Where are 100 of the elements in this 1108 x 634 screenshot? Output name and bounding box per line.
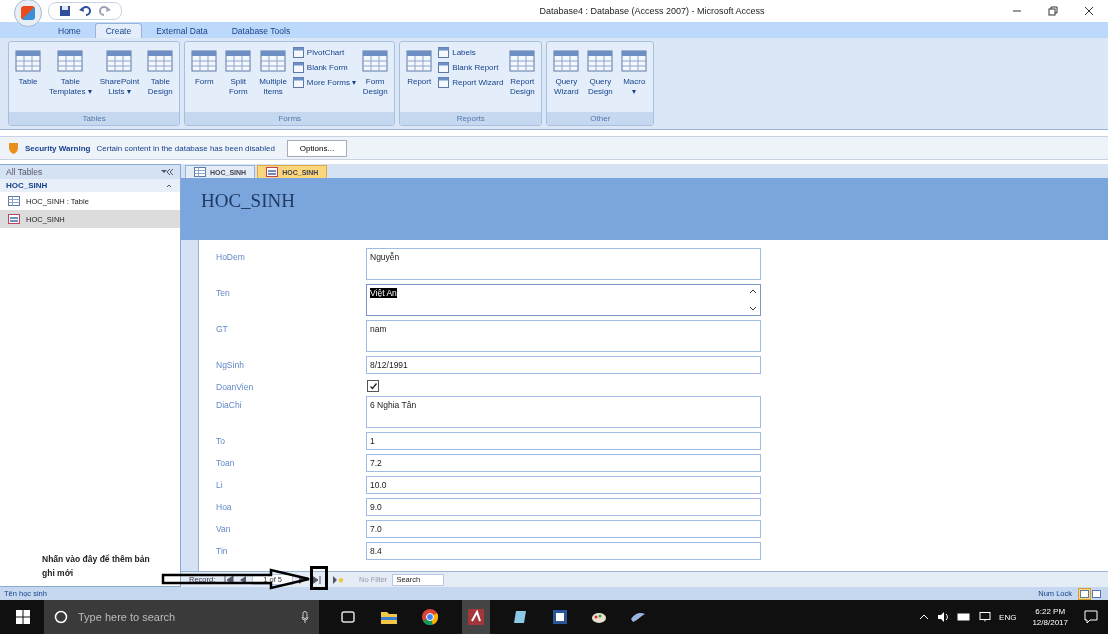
input-field[interactable]: 8/12/1991 xyxy=(366,356,761,374)
app-icon[interactable] xyxy=(513,609,529,625)
input-field[interactable]: 10.0 xyxy=(366,476,761,494)
undo-icon[interactable] xyxy=(79,5,91,17)
annotation-text: Nhấn vào đây để thêm bản ghi mới xyxy=(42,553,151,580)
input-field[interactable]: nam xyxy=(366,320,761,352)
collapse-icon[interactable] xyxy=(166,182,172,189)
ribbon-button[interactable]: Table Design xyxy=(145,44,176,110)
grid-icon xyxy=(225,49,252,73)
input-field[interactable]: 9.0 xyxy=(366,498,761,516)
input-field[interactable]: 7.2 xyxy=(366,454,761,472)
ribbon-tab[interactable]: Home xyxy=(48,24,91,38)
ribbon-button[interactable]: Report Wizard xyxy=(438,77,504,88)
speaker-icon[interactable] xyxy=(937,612,950,622)
field-label: HoDem xyxy=(215,251,246,262)
view-icon[interactable] xyxy=(1078,587,1104,600)
close-icon[interactable] xyxy=(1084,6,1094,16)
window-icon xyxy=(292,77,304,88)
ribbon-button[interactable]: Blank Form xyxy=(292,62,357,73)
group-label: Other xyxy=(547,112,654,125)
table-icon xyxy=(8,196,20,206)
field-label: GT xyxy=(215,323,229,334)
chevron-up-icon[interactable] xyxy=(919,613,930,621)
input-field[interactable]: 6 Nghia Tân xyxy=(366,396,761,428)
field-label: Van xyxy=(215,523,232,534)
grid-icon xyxy=(621,49,648,73)
network-icon[interactable] xyxy=(979,612,992,622)
previous-record-icon[interactable] xyxy=(239,575,248,584)
active-app-icon[interactable] xyxy=(462,600,490,634)
form-title: HOC_SINH xyxy=(201,190,295,211)
ribbon-button[interactable]: Table Templates ▾ xyxy=(47,44,94,110)
notification-icon[interactable] xyxy=(1084,610,1098,624)
ribbon-button[interactable]: PivotChart xyxy=(292,47,357,58)
chevron-icon[interactable] xyxy=(160,168,174,176)
last-record-icon[interactable] xyxy=(311,575,322,584)
grid-icon xyxy=(147,49,174,73)
input-field[interactable]: 1 xyxy=(366,432,761,450)
options-button[interactable]: Options... xyxy=(286,139,348,157)
ribbon-tab[interactable]: Database Tools xyxy=(221,24,301,38)
field-label: Tin xyxy=(215,545,229,556)
grid-icon xyxy=(260,49,287,73)
battery-icon[interactable] xyxy=(957,613,972,621)
ribbon-button[interactable]: Form xyxy=(189,44,220,110)
table-icon xyxy=(194,167,206,177)
group-label: Reports xyxy=(400,112,542,125)
document-icon[interactable] xyxy=(552,609,568,625)
ribbon-button[interactable]: Macro ▾ xyxy=(619,44,650,110)
window-icon xyxy=(438,47,450,58)
field-label: Hoa xyxy=(215,501,233,512)
ribbon-button[interactable]: Report xyxy=(404,44,435,110)
ribbon-button[interactable]: SharePoint Lists ▾ xyxy=(97,44,142,110)
warning-message: Certain content in the database has been disabled xyxy=(96,143,275,153)
ribbon-button[interactable]: Split Form xyxy=(223,44,254,110)
ribbon-button[interactable]: Table xyxy=(13,44,43,110)
ribbon-button[interactable]: Form Design xyxy=(360,44,391,110)
field-label: Toan xyxy=(215,457,236,468)
ribbon-button[interactable]: Blank Report xyxy=(438,62,504,73)
restore-icon[interactable] xyxy=(1048,6,1058,16)
pane-header[interactable]: All Tables xyxy=(0,165,180,179)
ribbon-button[interactable]: Multiple Items xyxy=(257,44,289,110)
language-indicator[interactable]: ENG xyxy=(999,612,1017,622)
grid-icon xyxy=(406,49,433,73)
scroll-arrows-icon[interactable] xyxy=(749,287,757,313)
taskbar-search-box[interactable]: Type here to search xyxy=(44,600,319,634)
clock[interactable]: 6:22 PM 12/8/2017 xyxy=(1032,606,1068,628)
field-label: Ten xyxy=(215,287,231,298)
search-field[interactable]: Type here to search xyxy=(76,610,293,624)
ribbon-tab[interactable]: Create xyxy=(94,23,143,38)
microphone-icon[interactable] xyxy=(301,611,309,623)
checkbox[interactable] xyxy=(367,380,379,392)
ribbon-button[interactable]: More Forms ▾ xyxy=(292,77,357,88)
ribbon-button[interactable]: Labels xyxy=(438,47,504,58)
new-record-icon[interactable] xyxy=(332,574,345,585)
group-label: Forms xyxy=(185,112,395,125)
window-icon xyxy=(438,62,450,73)
group-label: Tables xyxy=(9,112,180,125)
grid-icon xyxy=(57,49,84,73)
window-icon xyxy=(292,47,304,58)
ribbon-button[interactable]: Query Wizard xyxy=(551,44,582,110)
windows-logo-icon[interactable] xyxy=(16,610,30,624)
search-icon xyxy=(54,610,68,624)
input-field[interactable]: Nguyễn xyxy=(366,248,761,280)
grid-icon xyxy=(553,49,580,73)
grid-icon xyxy=(509,49,536,73)
ribbon-tab[interactable]: External Data xyxy=(146,24,218,38)
ribbon-button[interactable]: Query Design xyxy=(585,44,616,110)
input-field[interactable]: 7.0 xyxy=(366,520,761,538)
field-label: Li xyxy=(215,479,224,490)
input-field[interactable]: 8.4 xyxy=(366,542,761,560)
folder-icon[interactable] xyxy=(380,609,398,625)
browser-icon[interactable] xyxy=(421,608,439,626)
group-header[interactable]: HOC_SINH xyxy=(0,179,180,192)
input-field[interactable]: Việt An xyxy=(366,284,761,316)
grid-icon xyxy=(106,49,133,73)
office-button[interactable] xyxy=(14,0,42,27)
task-view-icon[interactable] xyxy=(339,610,357,624)
save-icon[interactable] xyxy=(59,5,71,17)
first-record-icon[interactable] xyxy=(224,575,235,584)
form-icon xyxy=(8,214,20,224)
ribbon-button[interactable]: Report Design xyxy=(507,44,538,110)
